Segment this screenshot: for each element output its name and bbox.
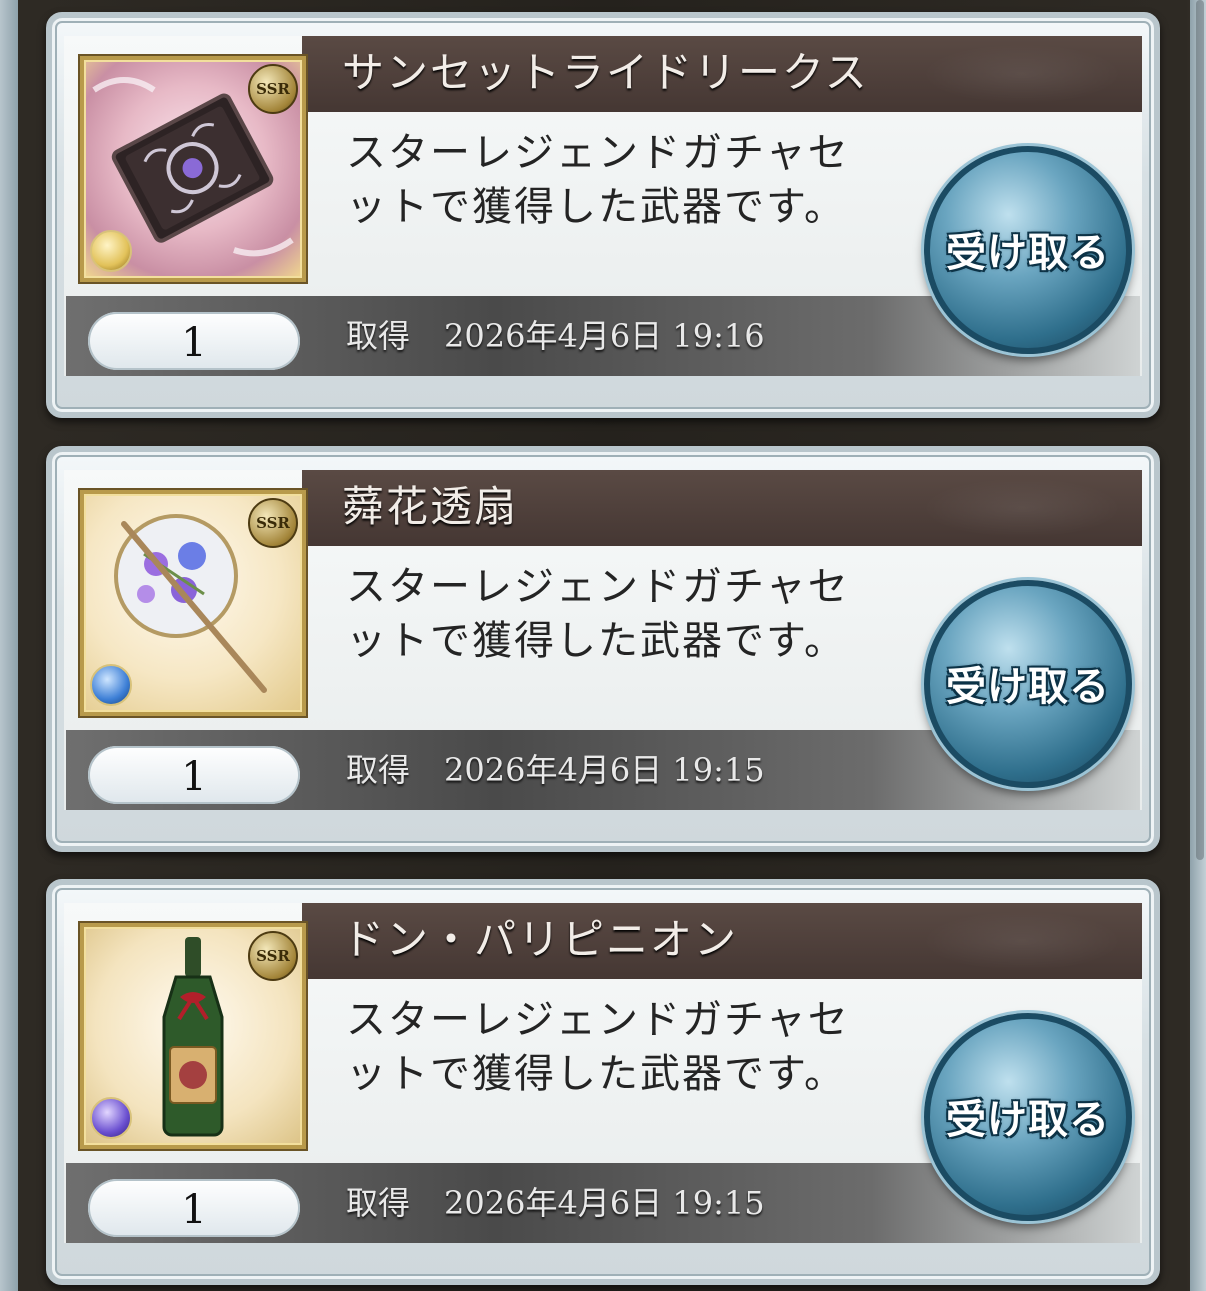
- obtained-info: 取得 2026年4月6日 19:15: [346, 1183, 765, 1223]
- item-description: スターレジェンドガチャセットで獲得した武器です。: [346, 130, 850, 230]
- obtained-label: 取得: [346, 317, 411, 355]
- receive-button[interactable]: 受け取る: [924, 146, 1132, 354]
- obtained-label: 取得: [346, 1184, 411, 1222]
- scrollbar-thumb[interactable]: [1196, 0, 1204, 860]
- item-title-bar: ドン・パリピニオン: [302, 903, 1142, 979]
- receive-button[interactable]: 受け取る: [924, 580, 1132, 788]
- rarity-badge: SSR: [248, 64, 298, 114]
- item-title-bar: 蕣花透扇: [302, 470, 1142, 546]
- item-description: スターレジェンドガチャセットで獲得した武器です。: [346, 564, 850, 664]
- obtained-info: 取得 2026年4月6日 19:15: [346, 750, 765, 790]
- item-description: スターレジェンドガチャセットで獲得した武器です。: [346, 997, 850, 1097]
- element-icon: [90, 1097, 132, 1139]
- item-title-bar: サンセットライドリークス: [302, 36, 1142, 112]
- obtained-info: 取得 2026年4月6日 19:16: [346, 316, 765, 356]
- item-name: ドン・パリピニオン: [342, 915, 739, 964]
- scrollbar-track[interactable]: [1190, 0, 1206, 1291]
- quantity-display: 1: [88, 1179, 300, 1237]
- element-icon: [90, 230, 132, 272]
- rarity-badge: SSR: [248, 931, 298, 981]
- receive-button-label: 受け取る: [946, 664, 1110, 710]
- receive-button-label: 受け取る: [946, 1097, 1110, 1143]
- item-thumbnail[interactable]: SSR: [80, 490, 306, 716]
- receive-button-label: 受け取る: [946, 230, 1110, 276]
- item-thumbnail[interactable]: SSR: [80, 56, 306, 282]
- rarity-badge: SSR: [248, 498, 298, 548]
- left-edge: [0, 0, 18, 1291]
- obtained-datetime: 2026年4月6日 19:16: [444, 317, 765, 355]
- element-icon: [90, 664, 132, 706]
- gift-item-card: ドン・パリピニオン SSR スターレジェンドガチャセットで獲得した武器です。 1…: [46, 879, 1160, 1285]
- gift-item-card: 蕣花透扇 SSR スターレジェンドガチャセットで獲得した武器です。 1 取得 20…: [46, 446, 1160, 852]
- item-thumbnail[interactable]: SSR: [80, 923, 306, 1149]
- item-name: 蕣花透扇: [342, 482, 519, 531]
- item-name: サンセットライドリークス: [342, 48, 869, 97]
- quantity-display: 1: [88, 746, 300, 804]
- obtained-datetime: 2026年4月6日 19:15: [444, 1184, 765, 1222]
- quantity-display: 1: [88, 312, 300, 370]
- receive-button[interactable]: 受け取る: [924, 1013, 1132, 1221]
- obtained-datetime: 2026年4月6日 19:15: [444, 751, 765, 789]
- gift-item-card: サンセットライドリークス SSR スターレジェンドガチャセットで獲得した武器です…: [46, 12, 1160, 418]
- obtained-label: 取得: [346, 751, 411, 789]
